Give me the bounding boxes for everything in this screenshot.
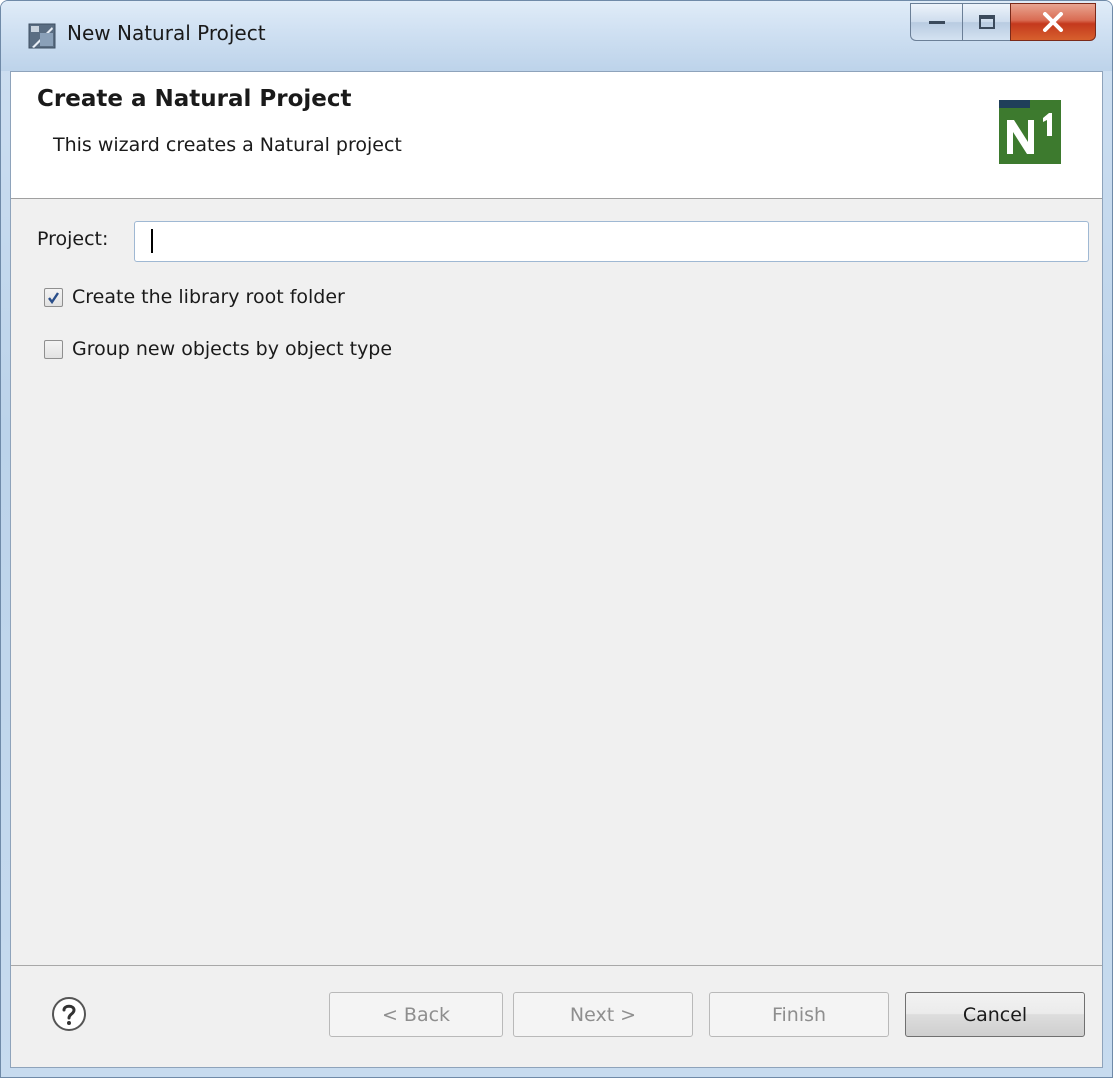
- help-icon[interactable]: [51, 996, 87, 1032]
- project-label: Project:: [37, 228, 109, 250]
- create-root-label: Create the library root folder: [72, 286, 345, 308]
- finish-button[interactable]: Finish: [709, 992, 889, 1037]
- minimize-icon: [928, 21, 945, 24]
- page-description: This wizard creates a Natural project: [53, 134, 402, 156]
- wizard-window: New Natural Project Create a Natural Pro…: [0, 0, 1113, 1078]
- wizard-header: Create a Natural Project This wizard cre…: [11, 72, 1102, 199]
- close-button[interactable]: [1010, 3, 1096, 41]
- checkmark-icon: [48, 291, 59, 304]
- wizard-client-area: Create a Natural Project This wizard cre…: [10, 71, 1103, 1068]
- maximize-button[interactable]: [962, 3, 1010, 41]
- create-root-row[interactable]: Create the library root folder: [44, 286, 345, 308]
- page-title: Create a Natural Project: [37, 86, 352, 112]
- group-objects-label: Group new objects by object type: [72, 338, 393, 360]
- next-button[interactable]: Next >: [513, 992, 693, 1037]
- footer-divider: [11, 965, 1102, 966]
- text-caret: [151, 229, 153, 253]
- wizard-window-icon: [28, 23, 56, 49]
- create-root-checkbox[interactable]: [44, 287, 63, 307]
- window-title: New Natural Project: [67, 21, 266, 45]
- cancel-button[interactable]: Cancel: [905, 992, 1085, 1037]
- group-objects-row[interactable]: Group new objects by object type: [44, 338, 392, 360]
- natural-logo-icon: [999, 100, 1061, 164]
- minimize-button[interactable]: [910, 3, 962, 41]
- caption-buttons: [910, 3, 1096, 43]
- close-icon: [1043, 12, 1063, 32]
- project-row: Project:: [37, 228, 108, 250]
- maximize-icon: [978, 15, 995, 29]
- title-bar[interactable]: New Natural Project: [1, 1, 1112, 71]
- project-name-input[interactable]: [134, 221, 1089, 262]
- back-button[interactable]: < Back: [329, 992, 503, 1037]
- group-objects-checkbox[interactable]: [44, 339, 63, 359]
